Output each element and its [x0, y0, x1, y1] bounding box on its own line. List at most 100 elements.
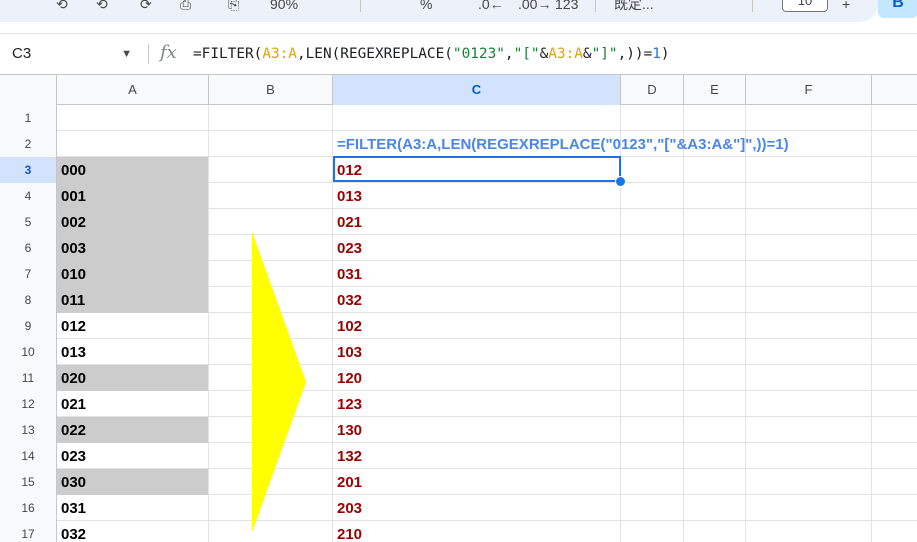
- cell-e3[interactable]: [684, 157, 746, 183]
- row-header[interactable]: 9: [0, 313, 57, 339]
- cell-c12[interactable]: 123: [333, 391, 621, 417]
- cell-e16[interactable]: [684, 495, 746, 521]
- cell-e13[interactable]: [684, 417, 746, 443]
- row-header[interactable]: 11: [0, 365, 57, 391]
- bold-button[interactable]: B: [878, 0, 917, 18]
- cell-e1[interactable]: [684, 105, 746, 131]
- column-header-d[interactable]: D: [621, 75, 684, 105]
- more-formats-button[interactable]: 123: [555, 0, 578, 12]
- row-header[interactable]: 1: [0, 105, 57, 131]
- column-header-c[interactable]: C: [333, 75, 621, 105]
- cell-d14[interactable]: [621, 443, 684, 469]
- cell-c15[interactable]: 201: [333, 469, 621, 495]
- cell-d16[interactable]: [621, 495, 684, 521]
- cell-d8[interactable]: [621, 287, 684, 313]
- row-header[interactable]: 5: [0, 209, 57, 235]
- cell-f6[interactable]: [746, 235, 872, 261]
- decrease-decimal-icon[interactable]: .0←: [478, 0, 504, 12]
- cell-f3[interactable]: [746, 157, 872, 183]
- cell-f11[interactable]: [746, 365, 872, 391]
- column-header-f[interactable]: F: [746, 75, 872, 105]
- cell-e15[interactable]: [684, 469, 746, 495]
- cell-d15[interactable]: [621, 469, 684, 495]
- cell-a4[interactable]: 001: [57, 183, 209, 209]
- cell-f13[interactable]: [746, 417, 872, 443]
- cell-b1[interactable]: [209, 105, 333, 131]
- cell-d17[interactable]: [621, 521, 684, 542]
- cell-a8[interactable]: 011: [57, 287, 209, 313]
- zoom-select[interactable]: 90%: [270, 0, 298, 12]
- row-header[interactable]: 6: [0, 235, 57, 261]
- paint-format-icon[interactable]: ⎘: [228, 0, 239, 12]
- chevron-down-icon[interactable]: ▼: [121, 43, 132, 65]
- row-header[interactable]: 4: [0, 183, 57, 209]
- column-header-e[interactable]: E: [684, 75, 746, 105]
- cell-f4[interactable]: [746, 183, 872, 209]
- cell-a11[interactable]: 020: [57, 365, 209, 391]
- cell-a16[interactable]: 031: [57, 495, 209, 521]
- cell-c7[interactable]: 031: [333, 261, 621, 287]
- cell-f17[interactable]: [746, 521, 872, 542]
- cell-a6[interactable]: 003: [57, 235, 209, 261]
- cell-c5[interactable]: 021: [333, 209, 621, 235]
- cell-e12[interactable]: [684, 391, 746, 417]
- cell-a17[interactable]: 032: [57, 521, 209, 542]
- print-icon[interactable]: ⎙: [180, 0, 191, 12]
- cell-f9[interactable]: [746, 313, 872, 339]
- cell-d13[interactable]: [621, 417, 684, 443]
- cell-c6[interactable]: 023: [333, 235, 621, 261]
- increase-font-size-icon[interactable]: +: [842, 0, 850, 12]
- cell-e7[interactable]: [684, 261, 746, 287]
- undo-icon[interactable]: ⟲: [96, 0, 108, 12]
- cell-a5[interactable]: 002: [57, 209, 209, 235]
- row-header[interactable]: 7: [0, 261, 57, 287]
- cell-e5[interactable]: [684, 209, 746, 235]
- redo-icon[interactable]: ⟳: [140, 0, 152, 12]
- search-menus-icon[interactable]: ⟲: [56, 0, 68, 12]
- row-header[interactable]: 17: [0, 521, 57, 542]
- fill-handle[interactable]: [615, 176, 626, 187]
- cell-c13[interactable]: 130: [333, 417, 621, 443]
- cell-b2[interactable]: [209, 131, 333, 157]
- cell-d6[interactable]: [621, 235, 684, 261]
- column-header-a[interactable]: A: [57, 75, 209, 105]
- name-box[interactable]: C3 ▼: [12, 43, 132, 65]
- row-header[interactable]: 12: [0, 391, 57, 417]
- cell-f1[interactable]: [746, 105, 872, 131]
- cell-e17[interactable]: [684, 521, 746, 542]
- cell-a3[interactable]: 000: [57, 157, 209, 183]
- cell-c2[interactable]: =FILTER(A3:A,LEN(REGEXREPLACE("0123","["…: [333, 131, 789, 157]
- cell-f12[interactable]: [746, 391, 872, 417]
- cell-e8[interactable]: [684, 287, 746, 313]
- cell-d3[interactable]: [621, 157, 684, 183]
- column-header-b[interactable]: B: [209, 75, 333, 105]
- row-header[interactable]: 16: [0, 495, 57, 521]
- cell-a15[interactable]: 030: [57, 469, 209, 495]
- cell-c8[interactable]: 032: [333, 287, 621, 313]
- increase-decimal-icon[interactable]: .00→: [518, 0, 551, 12]
- row-header[interactable]: 2: [0, 131, 57, 157]
- row-header[interactable]: 13: [0, 417, 57, 443]
- cell-a14[interactable]: 023: [57, 443, 209, 469]
- cell-a13[interactable]: 022: [57, 417, 209, 443]
- cell-d4[interactable]: [621, 183, 684, 209]
- cell-c16[interactable]: 203: [333, 495, 621, 521]
- cell-c9[interactable]: 102: [333, 313, 621, 339]
- cell-d12[interactable]: [621, 391, 684, 417]
- cell-f8[interactable]: [746, 287, 872, 313]
- cell-e14[interactable]: [684, 443, 746, 469]
- cell-e9[interactable]: [684, 313, 746, 339]
- cell-f10[interactable]: [746, 339, 872, 365]
- cell-c3[interactable]: 012: [333, 157, 621, 183]
- cell-a9[interactable]: 012: [57, 313, 209, 339]
- font-family-select[interactable]: 既定...: [614, 0, 654, 12]
- cell-a7[interactable]: 010: [57, 261, 209, 287]
- select-all-corner[interactable]: [0, 75, 57, 105]
- spreadsheet-grid[interactable]: ABCDEF 1 2 =FILTER(A3:A,LEN(REGEXREPLACE("…: [0, 74, 917, 542]
- cell-a10[interactable]: 013: [57, 339, 209, 365]
- cell-c1[interactable]: [333, 105, 621, 131]
- cell-d9[interactable]: [621, 313, 684, 339]
- row-header[interactable]: 15: [0, 469, 57, 495]
- cell-f5[interactable]: [746, 209, 872, 235]
- cell-b3[interactable]: [209, 157, 333, 183]
